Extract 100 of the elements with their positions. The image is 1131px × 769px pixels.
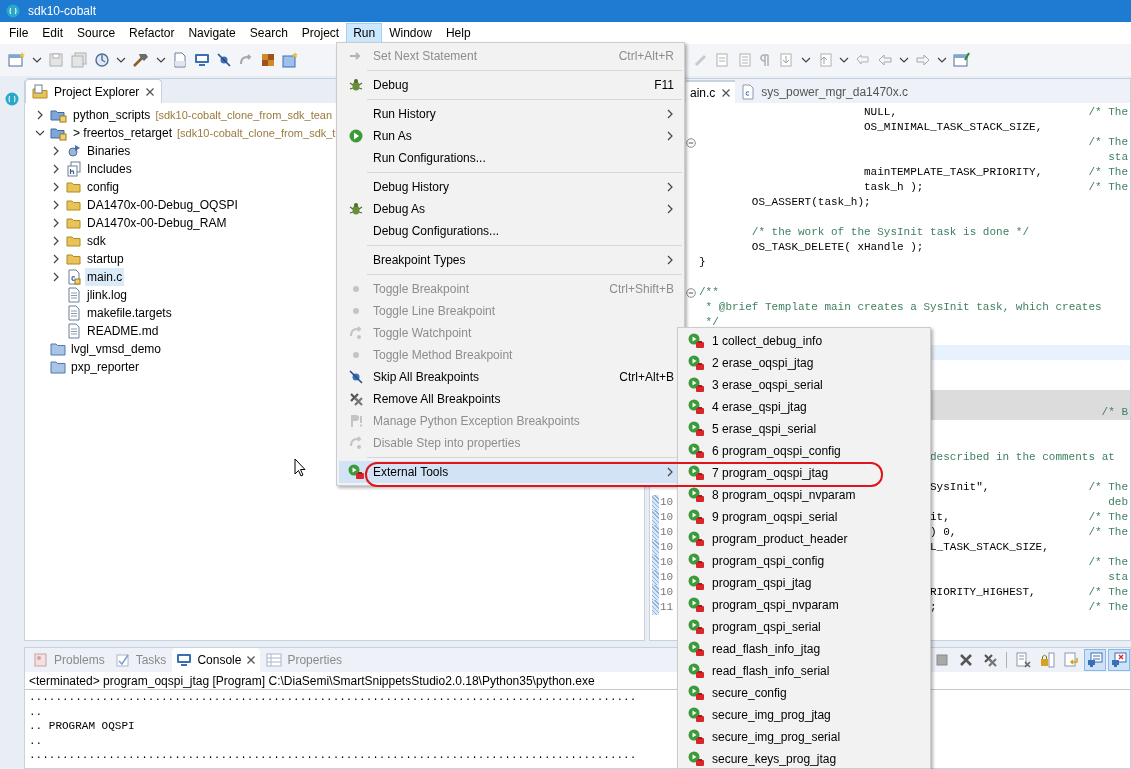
comment-text: sta xyxy=(1108,150,1128,166)
tree-item[interactable]: DA1470x-00-Debug_RAM xyxy=(85,214,229,232)
menu-item[interactable]: Run xyxy=(346,23,383,43)
menu-item[interactable]: Run As xyxy=(339,125,682,147)
menu-item[interactable]: secure_img_prog_jtag xyxy=(680,704,928,726)
comment-text: /* The xyxy=(1088,600,1128,616)
menu-item[interactable]: program_qspi_jtag xyxy=(680,572,928,594)
editor-tab[interactable]: ain.c xyxy=(686,80,736,103)
tree-item[interactable]: lvgl_vmsd_demo xyxy=(69,340,164,358)
menu-item[interactable]: 1 collect_debug_info xyxy=(680,330,928,352)
menu-item[interactable]: secure_keys_prog_jtag xyxy=(680,748,928,768)
menu-item[interactable]: Debug As xyxy=(339,198,682,220)
tree-item[interactable]: config xyxy=(85,178,122,196)
code-text: RIORITY_HIGHEST, xyxy=(930,585,1036,601)
code-text: mainTEMPLATE_TASK_PRIORITY, xyxy=(864,165,1043,181)
line-number: 10 xyxy=(660,585,674,601)
menu-item[interactable]: Run Configurations... xyxy=(339,147,682,169)
comment-text: */ xyxy=(705,315,719,331)
menu-item[interactable]: Edit xyxy=(35,23,71,43)
tree-item[interactable]: Binaries xyxy=(85,142,133,160)
tree-item[interactable]: Includes xyxy=(85,160,134,178)
shortcut-text: Ctrl+Alt+R xyxy=(618,48,675,65)
code-text: NULL, xyxy=(864,105,897,121)
code-text: it, xyxy=(930,510,950,526)
tree-item[interactable]: > freertos_retarget xyxy=(71,124,175,142)
tree-item[interactable]: main.c xyxy=(85,268,125,286)
code-text: OS_TASK_DELETE( xHandle ); xyxy=(751,240,924,256)
tree-item[interactable]: pxp_reporter xyxy=(69,358,142,376)
comment-text: /* The xyxy=(1088,105,1128,121)
tree-item[interactable]: startup xyxy=(85,250,126,268)
menu-item[interactable]: read_flash_info_jtag xyxy=(680,638,928,660)
editor-tab[interactable]: sys_power_mgr_da1470x.c xyxy=(737,80,913,103)
code-text: SysInit", xyxy=(930,480,990,496)
menu-item[interactable]: Refactor xyxy=(122,23,182,43)
menu-item[interactable]: secure_img_prog_serial xyxy=(680,726,928,748)
comment-text: /** xyxy=(699,285,719,301)
menu-item[interactable]: Debug F11 xyxy=(339,74,682,96)
menu-item[interactable]: Search xyxy=(242,23,295,43)
comment-text: * @brief Template main creates a SysInit task, which creates xyxy=(705,300,1102,316)
code-text: OS_MINIMAL_TASK_STACK_SIZE, xyxy=(864,120,1043,136)
menu-item[interactable]: 5 erase_qspi_serial xyxy=(680,418,928,440)
comment-text: sta xyxy=(1108,570,1128,586)
tree-item[interactable]: jlink.log xyxy=(85,286,130,304)
tree-item[interactable]: README.md xyxy=(85,322,161,340)
project-detail: [sdk10-cobalt_clone_from_sdk_t xyxy=(177,125,336,141)
console-output-line: .. xyxy=(29,733,43,748)
menu-item[interactable]: Navigate xyxy=(181,23,243,43)
window-title: sdk10-cobalt xyxy=(28,3,97,20)
menu-item[interactable]: program_qspi_config xyxy=(680,550,928,572)
comment-text: /* The xyxy=(1088,585,1129,601)
menu-item[interactable]: program_product_header xyxy=(680,528,928,550)
menu-item[interactable]: 9 program_oqspi_serial xyxy=(680,506,928,528)
menu-item[interactable]: Breakpoint Types xyxy=(339,249,682,271)
tree-item[interactable]: DA1470x-00-Debug_OQSPI xyxy=(85,196,240,214)
line-number: 10 xyxy=(660,525,674,541)
comment-text: /* The xyxy=(1088,165,1129,181)
menu-item[interactable]: File xyxy=(2,23,36,43)
menu-item[interactable]: 8 program_oqspi_nvparam xyxy=(680,484,928,506)
code-text: L_TASK_STACK_SIZE, xyxy=(930,540,1049,556)
code-text: task_h ); xyxy=(864,180,924,196)
console-output-line: .. xyxy=(29,704,43,719)
code-text: OS_ASSERT(task_h); xyxy=(751,195,871,211)
menu-item[interactable]: Window xyxy=(382,23,439,43)
menu-item[interactable]: 3 erase_oqspi_serial xyxy=(680,374,928,396)
comment-text: /* The xyxy=(1088,180,1129,196)
line-number: 10 xyxy=(660,555,674,571)
menu-item[interactable]: program_qspi_nvparam xyxy=(680,594,928,616)
comment-text: /* B xyxy=(1101,405,1128,421)
menu-item[interactable]: Debug History xyxy=(339,176,682,198)
menu-item[interactable]: 4 erase_qspi_jtag xyxy=(680,396,928,418)
view-tab[interactable]: Project Explorer xyxy=(25,79,163,103)
console-output-line: ............................................................................................ xyxy=(29,690,637,705)
tree-item[interactable]: python_scripts xyxy=(71,106,153,124)
tree-item[interactable]: sdk xyxy=(85,232,108,250)
menu-item[interactable]: Help xyxy=(438,23,478,43)
menu-item[interactable]: program_qspi_serial xyxy=(680,616,928,638)
line-number: 10 xyxy=(660,570,674,586)
comment-text: /* the work of the SysInit task is done */ xyxy=(751,225,1030,241)
menu-item[interactable]: 6 program_oqspi_config xyxy=(680,440,928,462)
panel-tab[interactable]: Console xyxy=(172,648,261,672)
menu-item[interactable]: Run History xyxy=(339,103,682,125)
comment-text: described in the comments at xyxy=(930,450,1115,466)
project-detail: [sdk10-cobalt_clone_from_sdk_tean xyxy=(155,107,333,123)
line-number: 10 xyxy=(660,495,674,511)
line-number: 10 xyxy=(660,540,674,556)
menu-item[interactable]: Project xyxy=(294,23,347,43)
menu-item[interactable]: Source xyxy=(70,23,123,43)
code-text: ; xyxy=(930,600,937,616)
comment-text: deb xyxy=(1108,495,1128,511)
line-number: 11 xyxy=(660,600,674,616)
code-text: } xyxy=(699,255,706,271)
console-output-line: ............................................................................................ xyxy=(29,748,637,763)
tree-item[interactable]: makefile.targets xyxy=(85,304,174,322)
comment-text: /* The xyxy=(1088,135,1128,151)
comment-text: /* The xyxy=(1088,525,1128,541)
line-number: 10 xyxy=(660,510,674,526)
menu-item[interactable]: Debug Configurations... xyxy=(339,220,682,242)
shortcut-text: Ctrl+Shift+B xyxy=(609,281,675,298)
code-text: ) 0, xyxy=(930,525,957,541)
menu-item[interactable]: 2 erase_oqspi_jtag xyxy=(680,352,928,374)
